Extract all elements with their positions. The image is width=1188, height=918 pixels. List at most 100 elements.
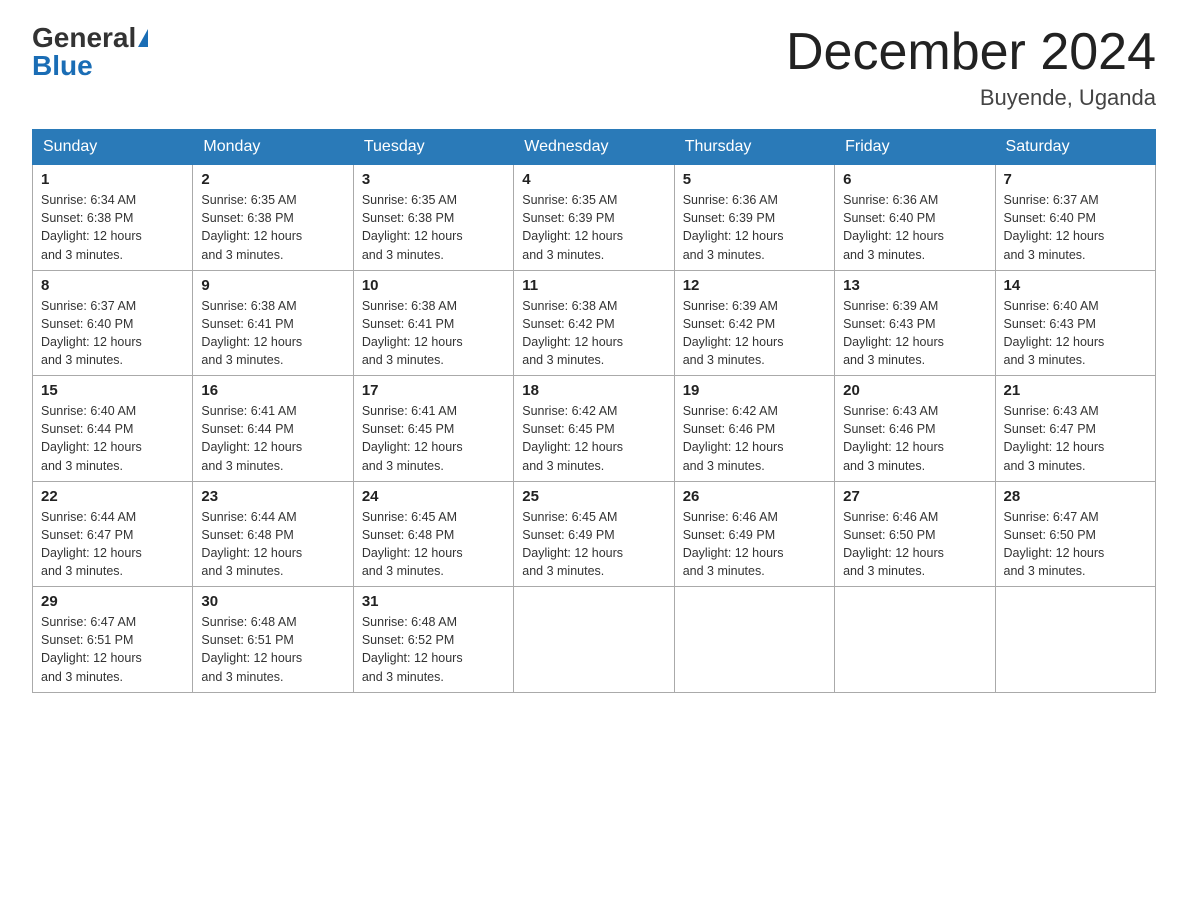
day-info: Sunrise: 6:39 AMSunset: 6:42 PMDaylight:… [683,297,826,370]
day-number: 15 [41,382,184,399]
day-number: 8 [41,277,184,294]
calendar-cell: 12 Sunrise: 6:39 AMSunset: 6:42 PMDayligh… [674,270,834,376]
day-info: Sunrise: 6:37 AMSunset: 6:40 PMDaylight:… [1004,191,1147,264]
calendar-week-row: 1Sunrise: 6:34 AMSunset: 6:38 PMDaylight… [33,165,1156,271]
calendar-cell: 8 Sunrise: 6:37 AMSunset: 6:40 PMDaylight… [33,270,193,376]
day-info: Sunrise: 6:40 AMSunset: 6:44 PMDaylight:… [41,402,184,475]
header-tuesday: Tuesday [353,130,513,165]
calendar-cell: 30Sunrise: 6:48 AMSunset: 6:51 PMDayligh… [193,587,353,693]
day-number: 9 [201,277,344,294]
day-number: 20 [843,382,986,399]
calendar-cell: 18 Sunrise: 6:42 AMSunset: 6:45 PMDayligh… [514,376,674,482]
day-info: Sunrise: 6:38 AMSunset: 6:42 PMDaylight:… [522,297,665,370]
day-info: Sunrise: 6:48 AMSunset: 6:52 PMDaylight:… [362,613,505,686]
calendar-cell: 24 Sunrise: 6:45 AMSunset: 6:48 PMDayligh… [353,481,513,587]
day-info: Sunrise: 6:42 AMSunset: 6:46 PMDaylight:… [683,402,826,475]
calendar-cell: 11 Sunrise: 6:38 AMSunset: 6:42 PMDayligh… [514,270,674,376]
day-info: Sunrise: 6:37 AMSunset: 6:40 PMDaylight:… [41,297,184,370]
header-friday: Friday [835,130,995,165]
day-number: 27 [843,488,986,505]
calendar-cell: 25 Sunrise: 6:45 AMSunset: 6:49 PMDayligh… [514,481,674,587]
calendar-cell: 28 Sunrise: 6:47 AMSunset: 6:50 PMDayligh… [995,481,1155,587]
day-number: 13 [843,277,986,294]
header-saturday: Saturday [995,130,1155,165]
calendar-week-row: 29 Sunrise: 6:47 AMSunset: 6:51 PMDayligh… [33,587,1156,693]
day-info: Sunrise: 6:45 AMSunset: 6:48 PMDaylight:… [362,508,505,581]
calendar-week-row: 15 Sunrise: 6:40 AMSunset: 6:44 PMDayligh… [33,376,1156,482]
day-number: 22 [41,488,184,505]
calendar-cell: 6 Sunrise: 6:36 AMSunset: 6:40 PMDaylight… [835,165,995,271]
logo: General Blue [32,24,148,80]
calendar-cell: 10 Sunrise: 6:38 AMSunset: 6:41 PMDayligh… [353,270,513,376]
header-thursday: Thursday [674,130,834,165]
day-number: 14 [1004,277,1147,294]
day-info: Sunrise: 6:38 AMSunset: 6:41 PMDaylight:… [362,297,505,370]
day-number: 3 [362,171,505,188]
day-info: Sunrise: 6:41 AMSunset: 6:45 PMDaylight:… [362,402,505,475]
title-section: December 2024 Buyende, Uganda [786,24,1156,111]
calendar-cell: 1Sunrise: 6:34 AMSunset: 6:38 PMDaylight… [33,165,193,271]
page-header: General Blue December 2024 Buyende, Ugan… [32,24,1156,111]
calendar-cell: 4Sunrise: 6:35 AMSunset: 6:39 PMDaylight… [514,165,674,271]
calendar-cell [995,587,1155,693]
logo-triangle-icon [138,29,148,47]
day-number: 7 [1004,171,1147,188]
day-info: Sunrise: 6:38 AMSunset: 6:41 PMDaylight:… [201,297,344,370]
day-number: 28 [1004,488,1147,505]
day-info: Sunrise: 6:43 AMSunset: 6:46 PMDaylight:… [843,402,986,475]
calendar-cell: 7 Sunrise: 6:37 AMSunset: 6:40 PMDaylight… [995,165,1155,271]
day-number: 1 [41,171,184,188]
calendar-cell: 22 Sunrise: 6:44 AMSunset: 6:47 PMDayligh… [33,481,193,587]
day-info: Sunrise: 6:47 AMSunset: 6:50 PMDaylight:… [1004,508,1147,581]
day-info: Sunrise: 6:44 AMSunset: 6:47 PMDaylight:… [41,508,184,581]
day-number: 10 [362,277,505,294]
day-info: Sunrise: 6:36 AMSunset: 6:39 PMDaylight:… [683,191,826,264]
calendar-cell: 5 Sunrise: 6:36 AMSunset: 6:39 PMDaylight… [674,165,834,271]
day-number: 23 [201,488,344,505]
day-info: Sunrise: 6:47 AMSunset: 6:51 PMDaylight:… [41,613,184,686]
day-number: 12 [683,277,826,294]
calendar-cell: 15 Sunrise: 6:40 AMSunset: 6:44 PMDayligh… [33,376,193,482]
calendar-cell: 9 Sunrise: 6:38 AMSunset: 6:41 PMDaylight… [193,270,353,376]
day-number: 21 [1004,382,1147,399]
header-monday: Monday [193,130,353,165]
calendar-cell: 27Sunrise: 6:46 AMSunset: 6:50 PMDayligh… [835,481,995,587]
header-wednesday: Wednesday [514,130,674,165]
calendar-cell [835,587,995,693]
day-number: 30 [201,593,344,610]
calendar-cell: 20 Sunrise: 6:43 AMSunset: 6:46 PMDayligh… [835,376,995,482]
day-info: Sunrise: 6:41 AMSunset: 6:44 PMDaylight:… [201,402,344,475]
calendar-cell: 2Sunrise: 6:35 AMSunset: 6:38 PMDaylight… [193,165,353,271]
day-number: 24 [362,488,505,505]
calendar-week-row: 8 Sunrise: 6:37 AMSunset: 6:40 PMDaylight… [33,270,1156,376]
day-number: 5 [683,171,826,188]
day-info: Sunrise: 6:35 AMSunset: 6:38 PMDaylight:… [362,191,505,264]
day-info: Sunrise: 6:43 AMSunset: 6:47 PMDaylight:… [1004,402,1147,475]
day-info: Sunrise: 6:40 AMSunset: 6:43 PMDaylight:… [1004,297,1147,370]
calendar-header-row: SundayMondayTuesdayWednesdayThursdayFrid… [33,130,1156,165]
day-info: Sunrise: 6:46 AMSunset: 6:49 PMDaylight:… [683,508,826,581]
day-number: 29 [41,593,184,610]
logo-blue: Blue [32,52,93,80]
day-info: Sunrise: 6:45 AMSunset: 6:49 PMDaylight:… [522,508,665,581]
calendar-week-row: 22 Sunrise: 6:44 AMSunset: 6:47 PMDayligh… [33,481,1156,587]
day-info: Sunrise: 6:44 AMSunset: 6:48 PMDaylight:… [201,508,344,581]
calendar-cell: 31Sunrise: 6:48 AMSunset: 6:52 PMDayligh… [353,587,513,693]
location: Buyende, Uganda [786,85,1156,111]
calendar-table: SundayMondayTuesdayWednesdayThursdayFrid… [32,129,1156,693]
day-info: Sunrise: 6:42 AMSunset: 6:45 PMDaylight:… [522,402,665,475]
day-info: Sunrise: 6:35 AMSunset: 6:39 PMDaylight:… [522,191,665,264]
calendar-cell: 23 Sunrise: 6:44 AMSunset: 6:48 PMDayligh… [193,481,353,587]
day-number: 6 [843,171,986,188]
day-number: 25 [522,488,665,505]
calendar-cell: 3 Sunrise: 6:35 AMSunset: 6:38 PMDaylight… [353,165,513,271]
day-info: Sunrise: 6:36 AMSunset: 6:40 PMDaylight:… [843,191,986,264]
day-number: 11 [522,277,665,294]
calendar-cell: 29 Sunrise: 6:47 AMSunset: 6:51 PMDayligh… [33,587,193,693]
day-number: 16 [201,382,344,399]
header-sunday: Sunday [33,130,193,165]
day-number: 26 [683,488,826,505]
day-number: 18 [522,382,665,399]
day-info: Sunrise: 6:39 AMSunset: 6:43 PMDaylight:… [843,297,986,370]
calendar-cell: 21 Sunrise: 6:43 AMSunset: 6:47 PMDayligh… [995,376,1155,482]
